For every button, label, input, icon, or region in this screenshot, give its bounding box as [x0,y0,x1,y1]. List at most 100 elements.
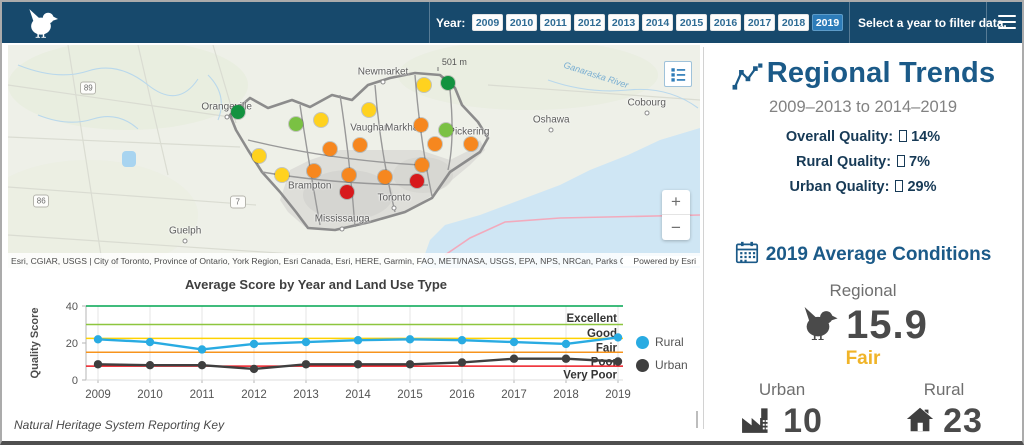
year-button-2013[interactable]: 2013 [608,14,639,31]
station-dot[interactable] [427,137,442,151]
highway-shield-86: 86 [33,194,50,208]
city-marker-icon [182,238,188,244]
svg-text:2010: 2010 [137,389,163,401]
attribution-text: Esri, CGIAR, USGS | City of Toronto, Pro… [11,255,623,266]
map-legend-button[interactable] [664,61,692,87]
chart-title: Average Score by Year and Land Use Type [184,277,448,292]
zoom-in-button[interactable]: + [662,190,690,215]
year-button-2015[interactable]: 2015 [676,14,707,31]
svg-text:2019: 2019 [605,389,631,401]
regional-label: Regional [829,281,897,300]
summary-panel: Regional Trends 2009–2013 to 2014–2019 O… [706,45,1020,445]
trend-stat: Rural Quality: 7% [795,154,931,170]
missing-glyph-box [895,180,904,192]
city-label-mississauga: Mississauga [314,213,370,225]
urban-label: Urban [758,380,806,399]
average-conditions-title: 2019 Average Conditions [765,244,992,265]
city-label-guelph: Guelph [169,225,202,237]
trends-period-subtitle: 2009–2013 to 2014–2019 [768,98,958,116]
svg-text:Excellent: Excellent [567,313,618,325]
station-dot[interactable] [441,75,456,90]
score-trend-chart: Average Score by Year and Land Use Type … [8,273,700,413]
watershed-map[interactable]: Newmarket Orangeville Vaughan Markham Picker… [8,45,700,268]
footer-divider [696,411,698,428]
rural-status-badge: Good [889,441,999,445]
svg-text:2014: 2014 [345,389,371,401]
powered-by-esri: Powered by Esri [623,255,700,266]
city-label-brampton: Brampton [288,180,332,192]
highway-shield-89: 89 [80,81,97,95]
station-dot[interactable] [275,168,290,182]
station-dot[interactable] [416,77,431,92]
svg-text:0: 0 [72,375,78,387]
chart-plot-area: 2009 2010 2011 2012 2013 2014 2015 2016 2017 2018… [8,292,700,409]
map-zoom-control: + − [662,190,690,240]
station-dot[interactable] [414,157,429,172]
calendar-icon [735,241,759,269]
trend-stats-list: Overall Quality: 14% Rural Quality: 7% Urban… [706,129,1020,195]
top-bar: Year: 2009 2010 2011 2012 2013 2014 2015 2016 20… [2,2,1022,43]
year-button-2011[interactable]: 2011 [540,14,571,31]
city-marker-icon [224,114,230,120]
trend-line-icon [731,63,763,96]
regional-status-badge: Fair [845,348,881,369]
station-dot[interactable] [252,149,267,164]
svg-text:2015: 2015 [397,389,423,401]
station-dot[interactable] [322,141,337,156]
city-label-vaughan: Vaughan [350,122,390,134]
header-divider [429,2,430,43]
city-marker-icon [380,79,386,85]
station-dot[interactable] [230,104,245,119]
rural-score-value: 23 [943,402,983,440]
regional-trends-title: Regional Trends [766,57,996,89]
bird-logo-icon [24,8,58,43]
station-dot[interactable] [353,137,368,152]
year-filter-label: Year: [436,16,466,30]
trend-stat: Urban Quality: 29% [789,179,937,195]
menu-hamburger-icon[interactable] [998,15,1016,29]
station-dot[interactable] [414,118,429,133]
city-marker-icon [644,110,650,116]
chart-legend: Rural Urban [636,335,688,372]
highway-shield-7: 7 [229,195,246,209]
year-button-2012[interactable]: 2012 [574,14,605,31]
zoom-out-button[interactable]: − [662,215,690,240]
report-key-link[interactable]: Natural Heritage System Reporting Key [14,418,224,432]
station-dot[interactable] [306,163,321,178]
city-label-toronto: Toronto [377,192,411,204]
station-dot[interactable] [463,137,478,151]
missing-glyph-box [897,155,906,167]
svg-text:2016: 2016 [449,389,475,401]
year-button-2018[interactable]: 2018 [778,14,809,31]
station-dot[interactable] [340,184,355,199]
factory-icon [741,404,775,439]
station-dot[interactable] [439,122,454,137]
rural-label: Rural [923,380,965,399]
svg-text:2018: 2018 [553,389,579,401]
year-button-2014[interactable]: 2014 [642,14,673,31]
city-marker-icon [391,205,397,211]
station-dot[interactable] [378,170,393,185]
svg-text:2012: 2012 [241,389,267,401]
year-button-2019[interactable]: 2019 [812,14,843,31]
dashboard-page: Year: 2009 2010 2011 2012 2013 2014 2015 2016 20… [0,0,1024,445]
regional-score-value: 15.9 [846,303,928,347]
city-label-oshawa: Oshawa [532,114,570,126]
year-button-2009[interactable]: 2009 [472,14,503,31]
year-button-2017[interactable]: 2017 [744,14,775,31]
station-dot[interactable] [342,168,357,182]
city-marker-icon [548,127,554,133]
trend-stat: Overall Quality: 14% [785,129,941,145]
station-dot[interactable] [288,116,303,131]
city-label-pickering: Pickering [448,126,490,138]
header-divider [849,2,850,43]
svg-text:2017: 2017 [501,389,527,401]
legend-swatch [636,358,649,372]
year-button-2016[interactable]: 2016 [710,14,741,31]
station-dot[interactable] [362,102,377,117]
year-button-2010[interactable]: 2010 [506,14,537,31]
station-dot[interactable] [409,174,424,189]
city-label-cobourg: Cobourg [627,97,666,109]
station-dot[interactable] [313,112,328,127]
map-attribution: Esri, CGIAR, USGS | City of Toronto, Pro… [8,253,700,268]
